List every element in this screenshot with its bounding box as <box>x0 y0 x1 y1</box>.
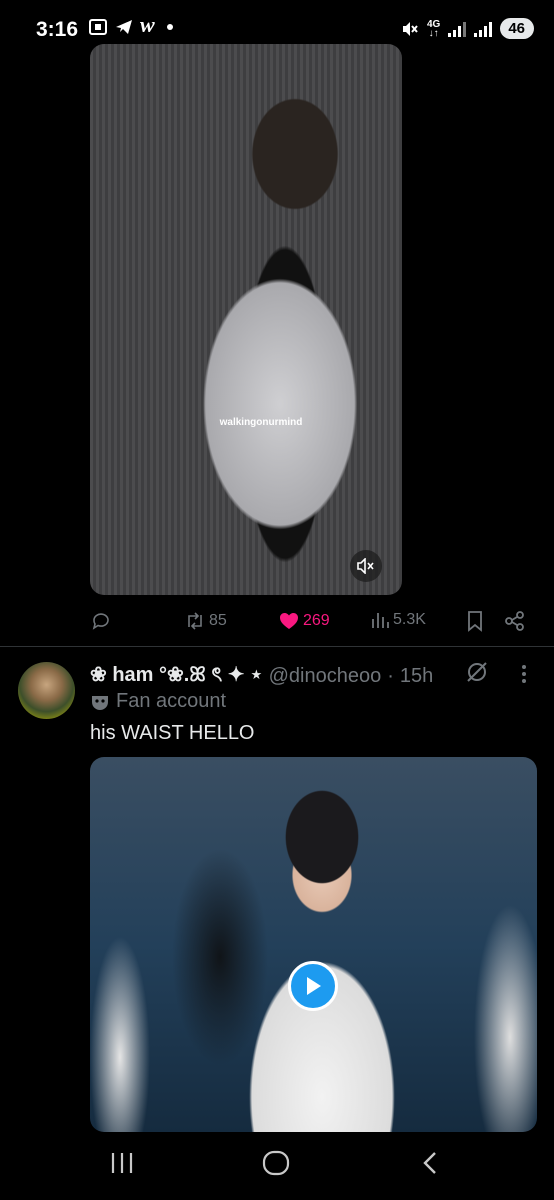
app-w-icon: w <box>140 12 155 37</box>
grok-button[interactable] <box>465 660 489 689</box>
like-count: 269 <box>303 612 330 629</box>
reply-button[interactable] <box>90 610 115 632</box>
signal-icon-1 <box>448 21 467 37</box>
video-mute-button[interactable] <box>350 550 382 582</box>
system-icons: 4G ↓↑ 46 <box>401 18 534 39</box>
user-handle[interactable]: @dinocheoo <box>269 665 382 688</box>
video-watermark: walkingonurmind <box>219 417 303 428</box>
display-name[interactable]: ❀ ham °❀.ꕤ ৎ ✦ ⋆ <box>90 660 263 693</box>
status-time: 3:16 <box>36 18 79 41</box>
repost-count: 85 <box>209 612 227 629</box>
heart-filled-icon <box>280 613 298 629</box>
reply-icon <box>92 613 109 630</box>
system-navigation-bar <box>0 1132 554 1200</box>
home-icon <box>262 1150 290 1176</box>
mask-icon <box>92 695 108 710</box>
notification-icons: w <box>88 12 173 38</box>
signal-icon-2 <box>474 21 493 37</box>
post-text: his WAIST HELLO <box>90 722 255 744</box>
post-divider <box>0 646 554 647</box>
share-button[interactable] <box>504 610 526 632</box>
grok-icon <box>467 662 487 682</box>
telegram-icon <box>116 20 132 34</box>
back-button[interactable] <box>420 1150 440 1181</box>
post-video[interactable]: walkingonurmind <box>90 44 402 595</box>
repost-button[interactable]: 85 <box>184 610 227 632</box>
speaker-muted-icon <box>357 558 374 574</box>
dot-icon <box>166 24 173 30</box>
fan-account-label: Fan account <box>90 690 226 713</box>
home-button[interactable] <box>262 1150 290 1181</box>
play-icon <box>307 977 321 995</box>
share-icon <box>505 611 524 631</box>
bookmark-icon <box>468 611 482 632</box>
avatar[interactable] <box>18 662 75 719</box>
repost-icon <box>188 612 202 630</box>
post-author-line: ❀ ham °❀.ꕤ ৎ ✦ ⋆ @dinocheoo · 15h <box>90 660 433 693</box>
more-options-button[interactable] <box>520 664 528 689</box>
like-button[interactable]: 269 <box>278 610 330 632</box>
recents-icon <box>111 1153 133 1173</box>
recent-apps-button[interactable] <box>110 1150 134 1181</box>
play-button[interactable] <box>288 961 338 1011</box>
post-action-bar: 85 269 5.3K <box>0 600 554 644</box>
fan-account-text: Fan account <box>116 690 227 712</box>
views-button[interactable]: 5.3K <box>370 610 426 630</box>
views-icon <box>372 613 389 628</box>
view-count: 5.3K <box>393 611 426 628</box>
bookmark-button[interactable] <box>465 610 485 632</box>
more-vertical-icon <box>522 665 526 683</box>
mute-icon <box>402 21 418 36</box>
separator-dot: · <box>387 665 394 687</box>
post-time[interactable]: 15h <box>400 665 433 688</box>
battery-indicator: 46 <box>500 18 534 39</box>
post-video[interactable] <box>90 757 537 1132</box>
network-type: 4G ↓↑ <box>426 18 441 39</box>
back-icon <box>423 1152 436 1174</box>
screenshot-icon <box>89 19 107 35</box>
